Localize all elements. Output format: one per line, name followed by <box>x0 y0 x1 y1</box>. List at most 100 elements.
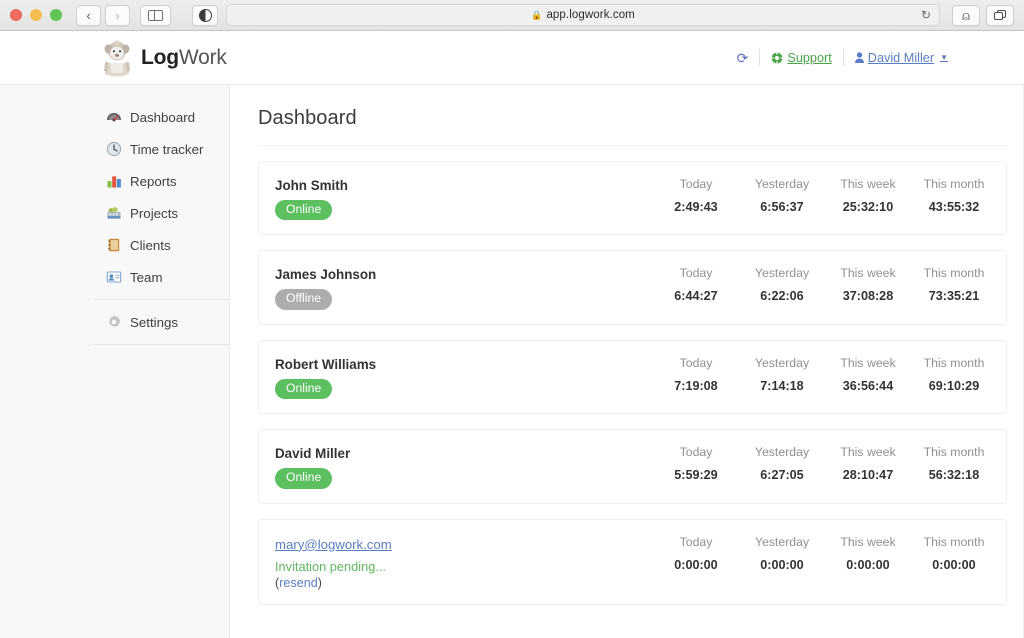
page-body: Dashboard Time tracker <box>0 85 1024 638</box>
stat-label: Yesterday <box>748 266 816 280</box>
reader-view-button[interactable] <box>192 5 218 26</box>
resend-link[interactable]: resend <box>279 576 318 590</box>
resend-line: (resend) <box>275 576 662 590</box>
sidebar-divider-bottom <box>94 344 229 345</box>
brand-logo[interactable]: LogWork <box>100 39 227 77</box>
stat-label: This week <box>834 266 902 280</box>
stat-value: 0:00:00 <box>662 558 730 572</box>
forward-button[interactable]: › <box>105 5 130 26</box>
member-card[interactable]: James Johnson Offline Today 6:44:27 Yest… <box>258 250 1007 324</box>
reload-icon[interactable]: ↻ <box>921 8 931 22</box>
gear-icon <box>106 314 122 330</box>
invitation-pending-text: Invitation pending... <box>275 559 662 574</box>
user-menu[interactable]: David Miller ▼ <box>855 51 948 65</box>
member-name: David Miller <box>275 446 662 461</box>
stat-value: 5:59:29 <box>662 468 730 482</box>
refresh-icon[interactable]: ⟳ <box>737 51 749 65</box>
stat-value: 0:00:00 <box>920 558 988 572</box>
stat-label: Today <box>662 356 730 370</box>
invite-stats: Today 0:00:00 Yesterday 0:00:00 This wee… <box>662 534 988 572</box>
header-divider <box>759 49 760 66</box>
stat-this-week: This week 0:00:00 <box>834 535 902 572</box>
invite-email-link[interactable]: mary@logwork.com <box>275 537 392 552</box>
sidebar-item-time-tracker[interactable]: Time tracker <box>94 133 229 165</box>
stat-label: This week <box>834 535 902 549</box>
invite-card[interactable]: mary@logwork.com Invitation pending... (… <box>258 519 1007 605</box>
stat-value: 7:19:08 <box>662 379 730 393</box>
header-actions: ⟳ Support David Miller ▼ <box>737 49 948 66</box>
left-gutter <box>0 85 94 638</box>
sidebar-item-team[interactable]: Team <box>94 261 229 293</box>
minimize-window-button[interactable] <box>30 9 42 21</box>
sidebar-item-reports[interactable]: Reports <box>94 165 229 197</box>
logwork-mascot-logo <box>100 39 134 77</box>
clock-icon <box>106 141 122 157</box>
stat-this-week: This week 25:32:10 <box>834 177 902 214</box>
share-button[interactable]: ⍝ <box>952 5 980 26</box>
stat-label: Yesterday <box>748 356 816 370</box>
address-bar[interactable]: 🔒 app.logwork.com ↻ <box>226 4 940 26</box>
toolbar-right-actions: ⍝ <box>952 5 1014 26</box>
member-card[interactable]: John Smith Online Today 2:49:43 Yesterda… <box>258 161 1007 235</box>
member-info: John Smith Online <box>275 176 662 220</box>
main-content: Dashboard John Smith Online Today 2:49:4… <box>230 85 1023 638</box>
member-card[interactable]: David Miller Online Today 5:59:29 Yester… <box>258 429 1007 503</box>
chevron-down-icon: ▼ <box>940 53 948 62</box>
member-stats: Today 6:44:27 Yesterday 6:22:06 This wee… <box>662 265 988 303</box>
sidebar-item-label: Time tracker <box>130 142 203 157</box>
sidebar-item-label: Projects <box>130 206 178 221</box>
stat-this-month: This month 43:55:32 <box>920 177 988 214</box>
stat-this-month: This month 73:35:21 <box>920 266 988 303</box>
stat-value: 28:10:47 <box>834 468 902 482</box>
status-badge: Offline <box>275 289 332 309</box>
stat-label: Today <box>662 445 730 459</box>
stat-yesterday: Yesterday 0:00:00 <box>748 535 816 572</box>
stat-value: 6:44:27 <box>662 289 730 303</box>
stat-label: Yesterday <box>748 177 816 191</box>
content-shell: Dashboard Time tracker <box>94 85 1024 638</box>
stat-this-week: This week 28:10:47 <box>834 445 902 482</box>
member-stats: Today 2:49:43 Yesterday 6:56:37 This wee… <box>662 176 988 214</box>
stat-value: 37:08:28 <box>834 289 902 303</box>
maximize-window-button[interactable] <box>50 9 62 21</box>
stat-value: 0:00:00 <box>748 558 816 572</box>
stat-today: Today 5:59:29 <box>662 445 730 482</box>
stat-this-month: This month 56:32:18 <box>920 445 988 482</box>
member-stats: Today 5:59:29 Yesterday 6:27:05 This wee… <box>662 444 988 482</box>
member-card[interactable]: Robert Williams Online Today 7:19:08 Yes… <box>258 340 1007 414</box>
stat-today: Today 7:19:08 <box>662 356 730 393</box>
sidebar-item-settings[interactable]: Settings <box>94 306 229 338</box>
lifering-icon <box>771 52 783 64</box>
brand-name-bold: Log <box>141 46 179 69</box>
support-link[interactable]: Support <box>771 51 831 65</box>
reader-view-icon <box>199 9 212 22</box>
stat-yesterday: Yesterday 6:22:06 <box>748 266 816 303</box>
stat-label: This month <box>920 445 988 459</box>
invite-info: mary@logwork.com Invitation pending... (… <box>275 534 662 590</box>
sidebar-item-clients[interactable]: Clients <box>94 229 229 261</box>
tab-overview-button[interactable] <box>986 5 1014 26</box>
navigation-buttons: ‹ › <box>76 5 130 26</box>
member-stats: Today 7:19:08 Yesterday 7:14:18 This wee… <box>662 355 988 393</box>
brand-name-light: Work <box>179 46 227 69</box>
close-window-button[interactable] <box>10 9 22 21</box>
stat-yesterday: Yesterday 7:14:18 <box>748 356 816 393</box>
page-title: Dashboard <box>258 107 1007 146</box>
sidebar-item-projects[interactable]: Projects <box>94 197 229 229</box>
sidebar-item-dashboard[interactable]: Dashboard <box>94 101 229 133</box>
stat-label: Today <box>662 266 730 280</box>
back-button[interactable]: ‹ <box>76 5 101 26</box>
address-bar-text: 🔒 app.logwork.com <box>531 9 635 21</box>
stat-label: Yesterday <box>748 535 816 549</box>
member-name: Robert Williams <box>275 357 662 372</box>
chevron-left-icon: ‹ <box>86 9 90 22</box>
stat-value: 43:55:32 <box>920 200 988 214</box>
stat-this-week: This week 37:08:28 <box>834 266 902 303</box>
sidebar-toggle-button[interactable] <box>140 5 171 26</box>
member-info: David Miller Online <box>275 444 662 488</box>
speedometer-icon <box>106 109 122 125</box>
member-name: John Smith <box>275 178 662 193</box>
member-name: James Johnson <box>275 267 662 282</box>
member-info: Robert Williams Online <box>275 355 662 399</box>
member-info: James Johnson Offline <box>275 265 662 309</box>
